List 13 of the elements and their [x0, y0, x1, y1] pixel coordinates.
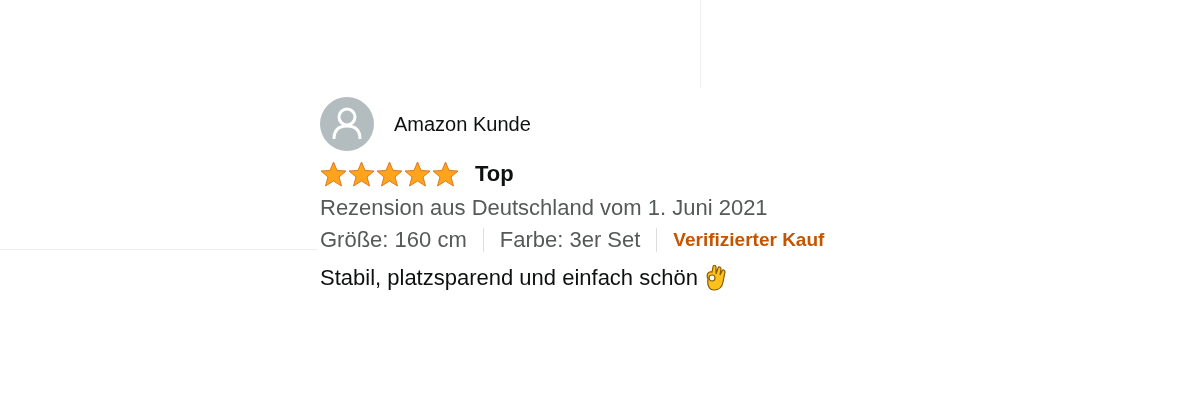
star-icon: [376, 161, 403, 187]
star-icon: [320, 161, 347, 187]
star-icon: [432, 161, 459, 187]
star-icon: [404, 161, 431, 187]
star-icon: [348, 161, 375, 187]
author-name: Amazon Kunde: [394, 112, 531, 136]
verified-purchase-label: Verifizierter Kauf: [673, 229, 825, 251]
review-title: Top: [475, 161, 514, 187]
variant-label: Größe: 160 cm: [320, 227, 467, 253]
review-meta: Rezension aus Deutschland vom 1. Juni 2021: [320, 195, 769, 221]
review-body: Stabil, platzsparend und einfach schön: [320, 265, 698, 291]
variant-label: Farbe: 3er Set: [499, 227, 641, 253]
avatar-icon: [320, 97, 374, 151]
